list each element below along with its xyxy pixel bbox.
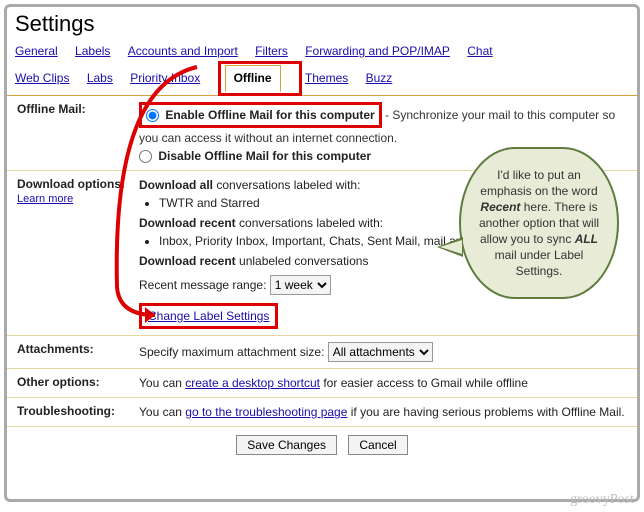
- annotation-highlight-enable: Enable Offline Mail for this computer: [139, 102, 382, 128]
- enable-offline-label: Enable Offline Mail for this computer: [165, 108, 374, 122]
- footer-buttons: Save Changes Cancel: [7, 427, 637, 463]
- tab-themes[interactable]: Themes: [305, 68, 348, 88]
- download-unlabeled-head: Download recent: [139, 254, 236, 268]
- download-options-label: Download options: Learn more: [7, 171, 135, 335]
- annotation-highlight-offline-tab: Offline: [218, 61, 302, 96]
- save-button[interactable]: Save Changes: [236, 435, 337, 455]
- tab-general[interactable]: General: [15, 41, 58, 61]
- tab-labels[interactable]: Labels: [75, 41, 110, 61]
- other-pre: You can: [139, 376, 185, 390]
- attachment-size-select[interactable]: All attachments: [328, 342, 433, 362]
- tab-priority[interactable]: Priority Inbox: [130, 68, 200, 88]
- download-all-head: Download all: [139, 178, 213, 192]
- other-options-label: Other options:: [7, 369, 135, 397]
- troubleshooting-label: Troubleshooting:: [7, 398, 135, 426]
- trouble-post: if you are having serious problems with …: [347, 405, 624, 419]
- attachments-label: Attachments:: [7, 336, 135, 368]
- tab-forwarding[interactable]: Forwarding and POP/IMAP: [305, 41, 450, 61]
- learn-more-link[interactable]: Learn more: [17, 193, 73, 205]
- disable-offline-radio[interactable]: [139, 150, 152, 163]
- page-title: Settings: [7, 7, 637, 39]
- tab-webclips[interactable]: Web Clips: [15, 68, 69, 88]
- change-label-settings-link[interactable]: Change Label Settings: [148, 309, 269, 323]
- offline-mail-label: Offline Mail:: [7, 96, 135, 170]
- section-troubleshooting: Troubleshooting: You can go to the troub…: [7, 398, 637, 427]
- recent-range-select[interactable]: 1 week: [270, 275, 331, 295]
- troubleshooting-link[interactable]: go to the troubleshooting page: [185, 405, 347, 419]
- tab-accounts[interactable]: Accounts and Import: [128, 41, 238, 61]
- attachments-text: Specify maximum attachment size:: [139, 345, 324, 359]
- tab-buzz[interactable]: Buzz: [366, 68, 393, 88]
- tab-offline[interactable]: Offline: [225, 65, 281, 92]
- annotation-highlight-change-link: Change Label Settings: [139, 303, 278, 329]
- trouble-pre: You can: [139, 405, 185, 419]
- recent-range-label: Recent message range:: [139, 278, 266, 292]
- download-all-tail: conversations labeled with:: [213, 178, 360, 192]
- download-recent-head: Download recent: [139, 216, 236, 230]
- watermark: groovyPost: [570, 492, 634, 508]
- tab-labs[interactable]: Labs: [87, 68, 113, 88]
- other-post: for easier access to Gmail while offline: [320, 376, 528, 390]
- create-shortcut-link[interactable]: create a desktop shortcut: [185, 376, 320, 390]
- download-unlabeled-tail: unlabeled conversations: [236, 254, 369, 268]
- disable-offline-label: Disable Offline Mail for this computer: [158, 149, 371, 163]
- enable-offline-radio[interactable]: [146, 109, 159, 122]
- annotation-callout: I'd like to put an emphasis on the word …: [459, 147, 619, 299]
- cancel-button[interactable]: Cancel: [348, 435, 407, 455]
- tab-filters[interactable]: Filters: [255, 41, 288, 61]
- settings-tabs: General Labels Accounts and Import Filte…: [7, 39, 637, 96]
- section-other-options: Other options: You can create a desktop …: [7, 369, 637, 398]
- download-recent-tail: conversations labeled with:: [236, 216, 383, 230]
- tab-chat[interactable]: Chat: [467, 41, 492, 61]
- section-attachments: Attachments: Specify maximum attachment …: [7, 336, 637, 369]
